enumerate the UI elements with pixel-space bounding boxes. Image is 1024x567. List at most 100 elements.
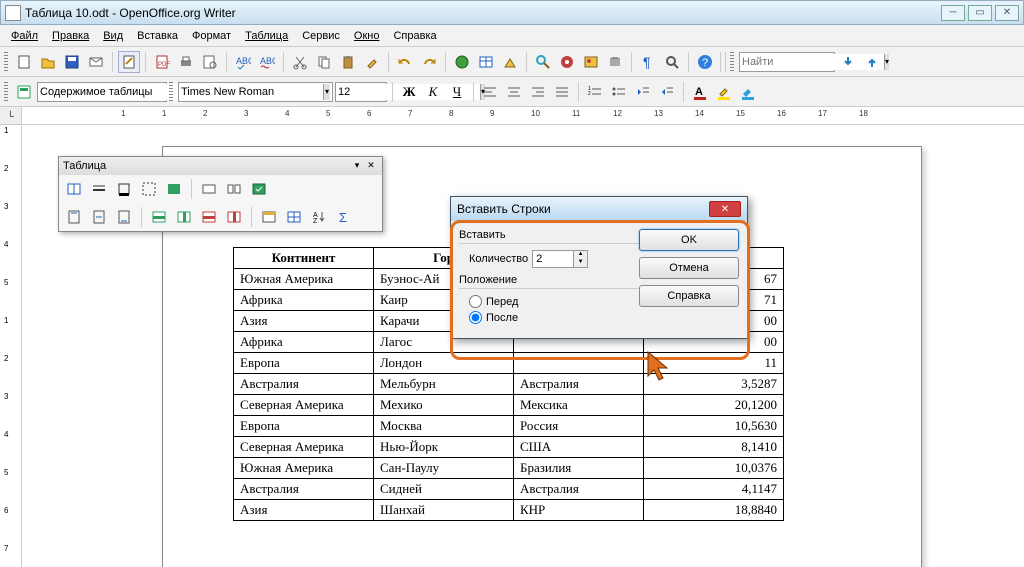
show-draw-icon[interactable]	[499, 51, 521, 73]
valign-bottom-icon[interactable]	[113, 206, 135, 228]
table-cell[interactable]	[514, 353, 644, 374]
borders-icon[interactable]	[138, 178, 160, 200]
styles-icon[interactable]	[13, 81, 35, 103]
toolbar-grip[interactable]	[4, 82, 8, 102]
table-cell[interactable]: Мексика	[514, 395, 644, 416]
hyperlink-icon[interactable]	[451, 51, 473, 73]
edit-doc-icon[interactable]	[118, 51, 140, 73]
nonprinting-icon[interactable]: ¶	[637, 51, 659, 73]
table-cell[interactable]: Северная Америка	[234, 395, 374, 416]
bullets-icon[interactable]	[608, 81, 630, 103]
align-center-icon[interactable]	[503, 81, 525, 103]
email-icon[interactable]	[85, 51, 107, 73]
ok-button[interactable]: OK	[639, 229, 739, 251]
menu-insert[interactable]: Вставка	[130, 28, 185, 44]
table-cell[interactable]: Лондон	[374, 353, 514, 374]
underline-icon[interactable]: Ч	[446, 81, 468, 103]
table-cell[interactable]: Сан-Паулу	[374, 458, 514, 479]
align-left-icon[interactable]	[479, 81, 501, 103]
table-cell[interactable]: 8,1410	[644, 437, 784, 458]
valign-top-icon[interactable]	[63, 206, 85, 228]
table-row[interactable]: АвстралияМельбурнАвстралия3,5287	[234, 374, 784, 395]
numbering-icon[interactable]: 12	[584, 81, 606, 103]
insert-row-icon[interactable]	[148, 206, 170, 228]
menu-help[interactable]: Справка	[386, 28, 443, 44]
dropdown-icon[interactable]: ▾	[884, 54, 889, 70]
delete-row-icon[interactable]	[198, 206, 220, 228]
align-justify-icon[interactable]	[551, 81, 573, 103]
table-cell[interactable]: Австралия	[234, 374, 374, 395]
table-row[interactable]: АзияШанхайКНР18,8840	[234, 500, 784, 521]
quantity-spinner[interactable]: ▲▼	[532, 250, 588, 268]
font-input[interactable]	[181, 84, 323, 100]
table-cell[interactable]: Сидней	[374, 479, 514, 500]
table-cell[interactable]: 11	[644, 353, 784, 374]
minimize-button[interactable]: ─	[941, 5, 965, 21]
find-prev-icon[interactable]	[861, 51, 883, 73]
style-input[interactable]	[40, 84, 182, 100]
print-preview-icon[interactable]	[199, 51, 221, 73]
maximize-button[interactable]: ▭	[968, 5, 992, 21]
spin-down-icon[interactable]: ▼	[574, 259, 587, 267]
sort-icon[interactable]: AZ	[308, 206, 330, 228]
menu-window[interactable]: Окно	[347, 28, 387, 44]
new-doc-icon[interactable]	[13, 51, 35, 73]
table-cell[interactable]: Австралия	[514, 479, 644, 500]
paste-icon[interactable]	[337, 51, 359, 73]
table-row[interactable]: ЕвропаЛондон11	[234, 353, 784, 374]
table-insert-icon[interactable]	[475, 51, 497, 73]
table-new-icon[interactable]	[63, 178, 85, 200]
table-properties-icon[interactable]	[283, 206, 305, 228]
table-cell[interactable]: Южная Америка	[234, 458, 374, 479]
radio-before[interactable]: Перед	[469, 295, 639, 308]
table-cell[interactable]: Азия	[234, 500, 374, 521]
radio-after-input[interactable]	[469, 311, 482, 324]
datasources-icon[interactable]	[604, 51, 626, 73]
menu-file[interactable]: Файл	[4, 28, 45, 44]
redo-icon[interactable]	[418, 51, 440, 73]
cancel-button[interactable]: Отмена	[639, 257, 739, 279]
table-cell[interactable]: Европа	[234, 416, 374, 437]
table-cell[interactable]: Северная Америка	[234, 437, 374, 458]
quantity-input[interactable]	[533, 251, 573, 267]
export-pdf-icon[interactable]: PDF	[151, 51, 173, 73]
spin-up-icon[interactable]: ▲	[574, 251, 587, 259]
gallery-icon[interactable]	[580, 51, 602, 73]
table-row[interactable]: Южная АмерикаСан-ПаулуБразилия10,0376	[234, 458, 784, 479]
paragraph-style-combo[interactable]: ▾	[37, 82, 167, 102]
copy-icon[interactable]	[313, 51, 335, 73]
table-cell[interactable]: Москва	[374, 416, 514, 437]
align-right-icon[interactable]	[527, 81, 549, 103]
undo-icon[interactable]	[394, 51, 416, 73]
zoom-icon[interactable]	[661, 51, 683, 73]
merge-cells-icon[interactable]	[198, 178, 220, 200]
indent-decrease-icon[interactable]	[632, 81, 654, 103]
menu-tools[interactable]: Сервис	[295, 28, 347, 44]
split-cells-icon[interactable]	[223, 178, 245, 200]
indent-increase-icon[interactable]	[656, 81, 678, 103]
table-cell[interactable]: 10,0376	[644, 458, 784, 479]
valign-center-icon[interactable]	[88, 206, 110, 228]
font-name-combo[interactable]: ▾	[178, 82, 333, 102]
save-icon[interactable]	[61, 51, 83, 73]
table-cell[interactable]: Россия	[514, 416, 644, 437]
cut-icon[interactable]	[289, 51, 311, 73]
delete-column-icon[interactable]	[223, 206, 245, 228]
table-cell[interactable]: 10,5630	[644, 416, 784, 437]
bold-icon[interactable]: Ж	[398, 81, 420, 103]
menu-table[interactable]: Таблица	[238, 28, 295, 44]
open-icon[interactable]	[37, 51, 59, 73]
float-toolbar-close-icon[interactable]: ✕	[364, 160, 378, 172]
menu-edit[interactable]: Правка	[45, 28, 96, 44]
close-button[interactable]: ✕	[995, 5, 1019, 21]
radio-after[interactable]: После	[469, 311, 639, 324]
optimize-icon[interactable]	[248, 178, 270, 200]
find-grip[interactable]	[730, 52, 734, 72]
table-cell[interactable]: Африка	[234, 332, 374, 353]
dropdown-icon[interactable]: ▾	[323, 84, 330, 100]
table-row[interactable]: Северная АмерикаМехикоМексика20,1200	[234, 395, 784, 416]
table-cell[interactable]: КНР	[514, 500, 644, 521]
format-paintbrush-icon[interactable]	[361, 51, 383, 73]
dialog-close-icon[interactable]: ✕	[709, 201, 741, 217]
table-cell[interactable]: 4,1147	[644, 479, 784, 500]
